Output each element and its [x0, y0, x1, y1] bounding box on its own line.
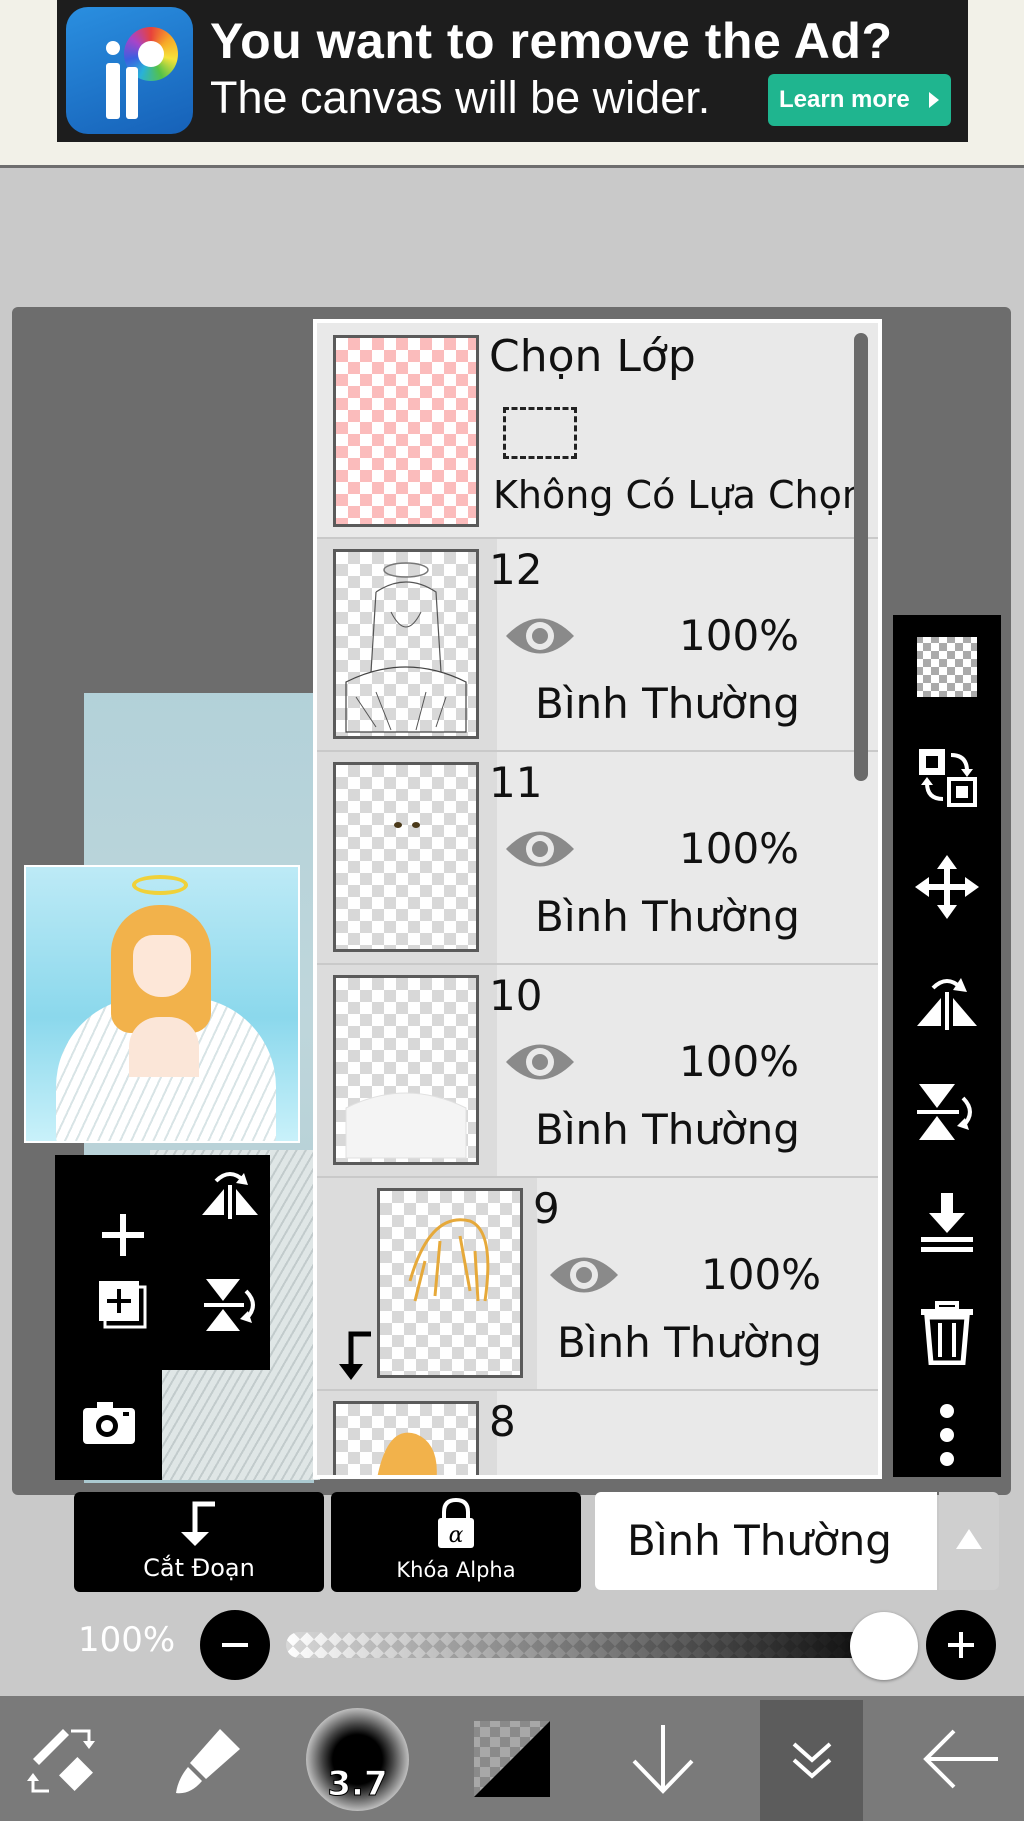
layer-blend-mode: Bình Thường: [535, 679, 800, 728]
layer-row[interactable]: 11 100% Bình Thường: [317, 752, 878, 965]
layer-row[interactable]: 10 100% Bình Thường: [317, 965, 878, 1178]
camera-icon[interactable]: [69, 1383, 149, 1463]
clipping-button[interactable]: Cắt Đoạn: [74, 1492, 324, 1592]
layer-row[interactable]: 9 100% Bình Thường: [317, 1178, 878, 1391]
layer-thumbnail: [333, 762, 479, 952]
merge-down-icon[interactable]: [907, 1183, 987, 1263]
layer-opacity: 100%: [679, 1037, 800, 1086]
trash-icon[interactable]: [907, 1293, 987, 1373]
layer-blend-mode: Bình Thường: [535, 892, 800, 941]
selection-layer-row[interactable]: Chọn Lớp Không Có Lựa Chọn: [317, 323, 878, 539]
opacity-value: 100%: [78, 1620, 176, 1660]
opacity-decrease-button[interactable]: [200, 1610, 270, 1680]
opacity-slider[interactable]: [286, 1632, 906, 1658]
duplicate-layer-icon[interactable]: [83, 1265, 163, 1345]
layer-number: 11: [489, 758, 543, 807]
opacity-slider-handle[interactable]: [850, 1612, 918, 1680]
swap-tools-icon[interactable]: [18, 1696, 108, 1821]
learn-more-button[interactable]: Learn more: [768, 74, 951, 126]
visibility-eye-icon[interactable]: [503, 611, 577, 661]
ad-banner[interactable]: You want to remove the Ad? The canvas wi…: [57, 0, 968, 142]
opacity-increase-button[interactable]: [926, 1610, 996, 1680]
flip-vertical-icon[interactable]: [190, 1265, 270, 1345]
visibility-eye-icon[interactable]: [547, 1250, 621, 1300]
swap-layer-icon[interactable]: [907, 737, 987, 817]
move-icon[interactable]: [907, 847, 987, 927]
arrow-down-icon[interactable]: [618, 1696, 708, 1821]
flip-vertical-icon[interactable]: [907, 1072, 987, 1152]
layer-panel-scrollbar[interactable]: [854, 333, 868, 781]
color-icon[interactable]: [464, 1696, 560, 1821]
ad-subtitle: The canvas will be wider.: [210, 72, 711, 123]
layer-blend-mode: Bình Thường: [557, 1318, 822, 1367]
layer-number: 8: [489, 1397, 516, 1446]
layer-thumbnail: [333, 975, 479, 1165]
selection-layer-thumbnail: [333, 335, 479, 527]
lock-icon: α: [438, 1498, 474, 1548]
layer-number: 9: [533, 1184, 560, 1233]
flip-horizontal-icon[interactable]: [907, 960, 987, 1040]
layer-actions-toolbar: [893, 615, 1001, 1477]
transparent-bg-icon[interactable]: [907, 627, 987, 707]
add-layer-icon[interactable]: [83, 1195, 163, 1275]
layer-thumbnail: [333, 1401, 479, 1475]
layer-tool-palette: [55, 1155, 270, 1480]
flip-horizontal-icon[interactable]: [190, 1155, 270, 1235]
clipping-arrow-icon: [337, 1328, 377, 1388]
layers-button[interactable]: [760, 1700, 863, 1821]
ibispaint-logo-icon: [66, 7, 193, 134]
alpha-lock-label: Khóa Alpha: [396, 1558, 516, 1582]
layer-opacity: 100%: [679, 611, 800, 660]
more-icon[interactable]: [907, 1395, 987, 1475]
bottom-toolbar: [0, 1696, 1024, 1821]
back-arrow-icon[interactable]: [910, 1696, 1010, 1821]
canvas-preview-thumbnail[interactable]: [24, 865, 300, 1143]
ad-title: You want to remove the Ad?: [210, 13, 893, 69]
layer-row[interactable]: 12 100% Bình Thường: [317, 539, 878, 752]
layer-number: 12: [489, 545, 543, 594]
brush-size-value: 3.7: [327, 1764, 388, 1805]
blend-mode-select[interactable]: Bình Thường: [595, 1492, 937, 1590]
layers-icon: [792, 1742, 832, 1779]
clipping-icon: [181, 1501, 215, 1546]
selection-layer-title: Chọn Lớp: [489, 331, 696, 382]
alpha-lock-button[interactable]: α Khóa Alpha: [331, 1492, 581, 1592]
selection-status: Không Có Lựa Chọn: [493, 473, 866, 517]
blend-mode-dropdown-arrow-icon[interactable]: [939, 1492, 999, 1590]
layer-number: 10: [489, 971, 543, 1020]
brush-icon[interactable]: [165, 1696, 255, 1821]
layer-opacity: 100%: [701, 1250, 822, 1299]
selection-marquee-icon: [503, 407, 577, 459]
ad-area: You want to remove the Ad? The canvas wi…: [0, 0, 1024, 168]
layer-row[interactable]: 8: [317, 1391, 878, 1475]
clipping-label: Cắt Đoạn: [143, 1554, 255, 1582]
visibility-eye-icon[interactable]: [503, 824, 577, 874]
layer-blend-mode: Bình Thường: [535, 1105, 800, 1154]
layer-opacity: 100%: [679, 824, 800, 873]
layer-panel[interactable]: Chọn Lớp Không Có Lựa Chọn 12 100% Bình …: [313, 319, 882, 1479]
layer-thumbnail: [333, 549, 479, 739]
visibility-eye-icon[interactable]: [503, 1037, 577, 1087]
layer-thumbnail: [377, 1188, 523, 1378]
svg-text:α: α: [449, 1523, 464, 1548]
